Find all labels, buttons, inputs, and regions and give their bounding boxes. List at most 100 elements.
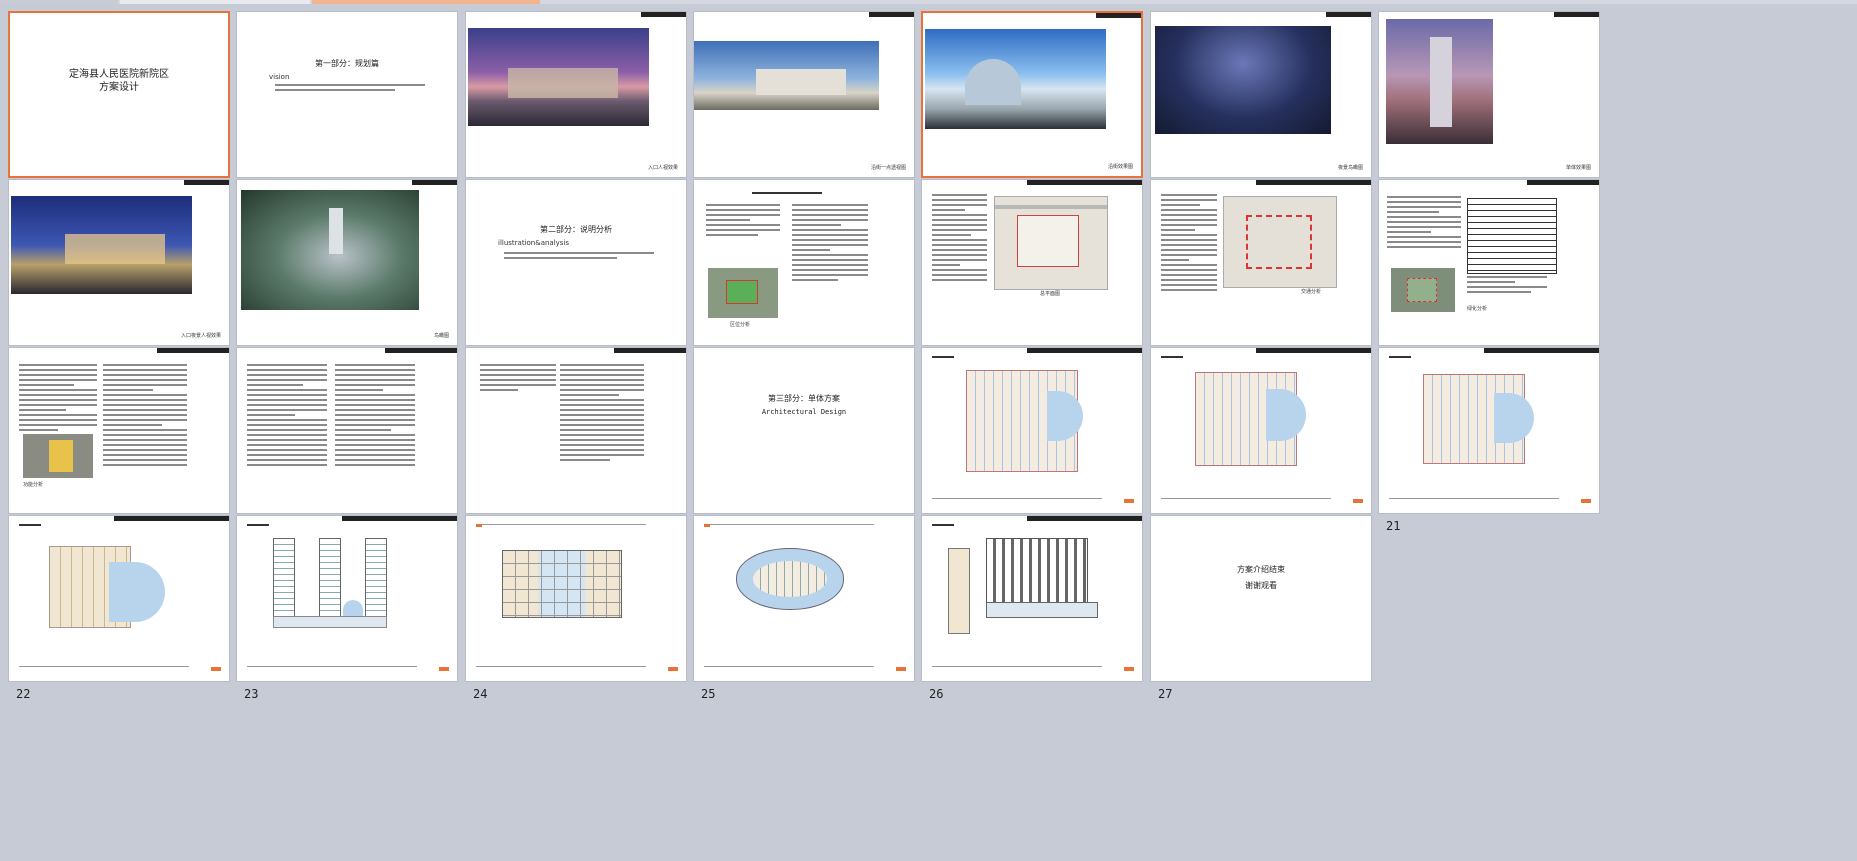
slide-title: 定海县人民医院新院区 方案设计 [69, 69, 169, 93]
slide-thumbnail[interactable]: 沿街一点透视图 [693, 11, 915, 178]
slide-header-bar [1027, 516, 1142, 521]
slide-caption: 交通分析 [1301, 289, 1322, 295]
slide-thumbnail[interactable]: 第一部分：规划篇 vision [236, 11, 458, 178]
slide-header-bar [114, 516, 229, 521]
slide-subtitle: Architectural Design [761, 408, 847, 416]
slide-number: 26 [929, 687, 944, 701]
slide-thumbnail[interactable]: 入口夜景人视效果 [8, 179, 230, 346]
slide-thumbnail[interactable] [236, 515, 458, 682]
slide-header-bar [641, 12, 686, 17]
paragraph-lines [19, 364, 97, 434]
paragraph-lines [792, 204, 868, 284]
slide-caption: 沿街一点透视图 [870, 165, 906, 171]
paragraph-lines [335, 364, 415, 469]
slide-thumbnail[interactable]: 第二部分：说明分析 illustration&analysis [465, 179, 687, 346]
slide-thumbnail[interactable] [921, 347, 1143, 514]
ward-block [273, 538, 295, 626]
paragraph-lines [706, 204, 780, 239]
paragraph-lines [247, 364, 327, 469]
slide-header-bar [1256, 180, 1371, 185]
slide-title: 第一部分：规划篇 [315, 59, 379, 68]
slide-thumbnail[interactable]: 区位分析 [693, 179, 915, 346]
slide-thumbnail[interactable]: 沿街效果图 [921, 11, 1143, 178]
slide-thumbnail[interactable]: 交通分析 [1150, 179, 1372, 346]
slide-thumbnail[interactable] [8, 515, 230, 682]
slide-caption: 入口人视效果 [647, 165, 678, 171]
paragraph-lines [932, 194, 987, 284]
slide-subtitle: 谢谢观看 [1245, 581, 1277, 590]
floor-plan-image [1423, 374, 1534, 464]
slide-thumbnail[interactable]: 第三部分：单体方案 Architectural Design [693, 347, 915, 514]
slide-thumbnail[interactable] [921, 515, 1143, 682]
heading-line [752, 192, 822, 197]
connector [273, 616, 387, 628]
slide-thumbnail[interactable] [465, 515, 687, 682]
paragraph-lines [504, 252, 654, 262]
slide-header-bar [157, 348, 229, 353]
night-entrance-photo [11, 196, 192, 294]
slide-header-bar [1484, 348, 1599, 353]
slide-caption: 入口夜景人视效果 [180, 333, 221, 339]
floor-plan-image [1195, 372, 1306, 466]
slide-header-bar [1027, 348, 1142, 353]
slide-thumbnail[interactable]: 总平面图 [921, 179, 1143, 346]
paragraph-lines [1161, 194, 1217, 294]
slide-number: 23 [244, 687, 259, 701]
slide-header-bar [1096, 13, 1141, 18]
slide-thumbnail[interactable]: 夜景鸟瞰图 [1150, 11, 1372, 178]
slide-subtitle: vision [269, 73, 290, 81]
slide-caption: 区位分析 [730, 322, 751, 328]
tower-photo [1386, 19, 1493, 144]
slide-thumbnail[interactable]: 单体效果图 [1378, 11, 1600, 178]
slide-caption: 总平面图 [1040, 291, 1061, 297]
slide-header-bar [385, 348, 457, 353]
floor-plan-image [502, 550, 622, 618]
slide-number: 21 [1386, 519, 1401, 533]
slide-thumbnail[interactable] [1150, 347, 1372, 514]
slide-thumbnail[interactable]: 定海县人民医院新院区 方案设计 [8, 11, 230, 178]
stair-core [948, 548, 970, 634]
slide-header-bar [1027, 180, 1142, 185]
slide-number: 22 [16, 687, 31, 701]
street-perspective-photo [694, 41, 879, 110]
ward-block [319, 538, 341, 626]
slide-header-bar [184, 180, 229, 185]
slide-caption: 功能分析 [23, 482, 44, 488]
slide-thumbnail[interactable]: 方案介绍结束 谢谢观看 [1150, 515, 1372, 682]
curved-wing [109, 562, 165, 622]
slide-thumbnail[interactable] [693, 515, 915, 682]
night-aerial-photo [1155, 26, 1331, 134]
slide-thumbnail[interactable]: 功能分析 [8, 347, 230, 514]
function-map-image [23, 434, 93, 478]
slide-header-bar [1326, 12, 1371, 17]
slide-header-bar [342, 516, 457, 521]
slide-subtitle: illustration&analysis [498, 239, 570, 247]
slide-caption: 夜景鸟瞰图 [1337, 165, 1363, 171]
site-plan-image [994, 196, 1108, 290]
greening-map-image [1391, 268, 1455, 312]
parking-plan [986, 538, 1088, 604]
slide-thumbnail[interactable] [465, 347, 687, 514]
slide-caption: 单体效果图 [1565, 165, 1591, 171]
ward-block [365, 538, 387, 626]
slide-header-bar [1554, 12, 1599, 17]
slide-caption: 绿化分析 [1467, 306, 1488, 312]
slide-thumbnail[interactable]: 绿化分析 [1378, 179, 1600, 346]
slide-number: 24 [473, 687, 488, 701]
slide-caption: 鸟瞰图 [433, 333, 449, 339]
slide-thumbnail[interactable]: 入口人视效果 [465, 11, 687, 178]
slide-number: 25 [701, 687, 716, 701]
dusk-building-photo [468, 28, 649, 126]
paragraph-lines [1467, 276, 1547, 296]
traffic-plan-image [1223, 196, 1337, 288]
paragraph-lines [480, 364, 556, 394]
slide-header-bar [1256, 348, 1371, 353]
ramp [986, 602, 1098, 618]
slide-thumbnail[interactable] [236, 347, 458, 514]
slide-thumbnail[interactable] [1378, 347, 1600, 514]
slide-thumbnail[interactable]: 鸟瞰图 [236, 179, 458, 346]
paragraph-lines [103, 364, 187, 469]
slide-header-bar [869, 12, 914, 17]
slide-number: 27 [1158, 687, 1173, 701]
street-view-photo [925, 29, 1106, 129]
